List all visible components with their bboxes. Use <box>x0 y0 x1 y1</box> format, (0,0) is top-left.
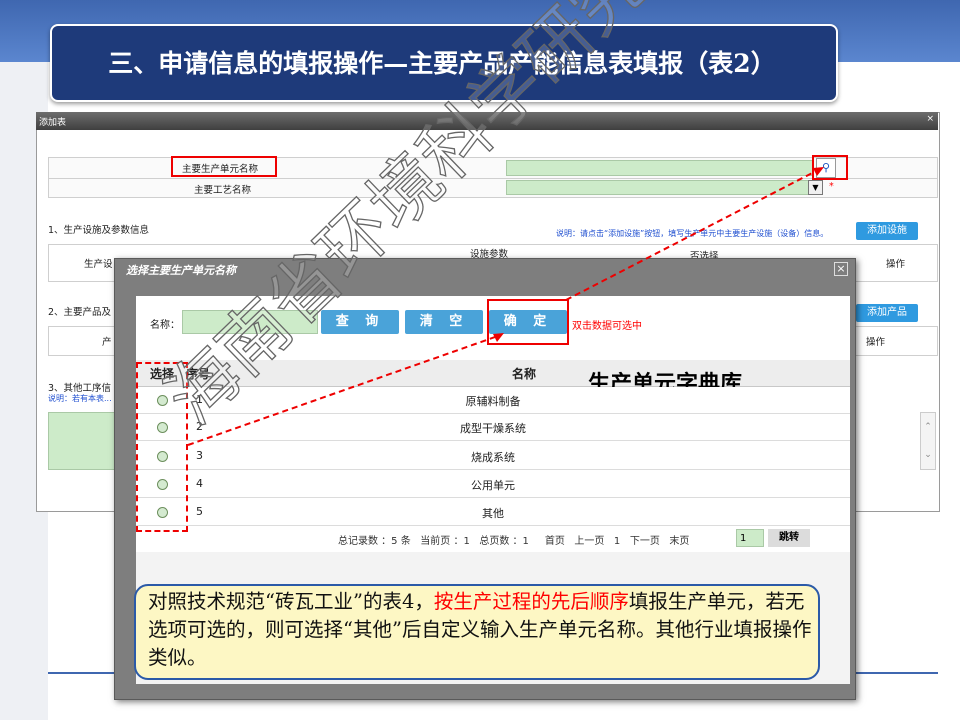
note-part1: 对照技术规范“砖瓦工业”的表4， <box>148 590 434 613</box>
note-emphasis: 按生产过程的先后顺序 <box>433 590 629 613</box>
note-text: 对照技术规范“砖瓦工业”的表4，按生产过程的先后顺序填报生产单元，若无选项可选的… <box>148 588 812 672</box>
